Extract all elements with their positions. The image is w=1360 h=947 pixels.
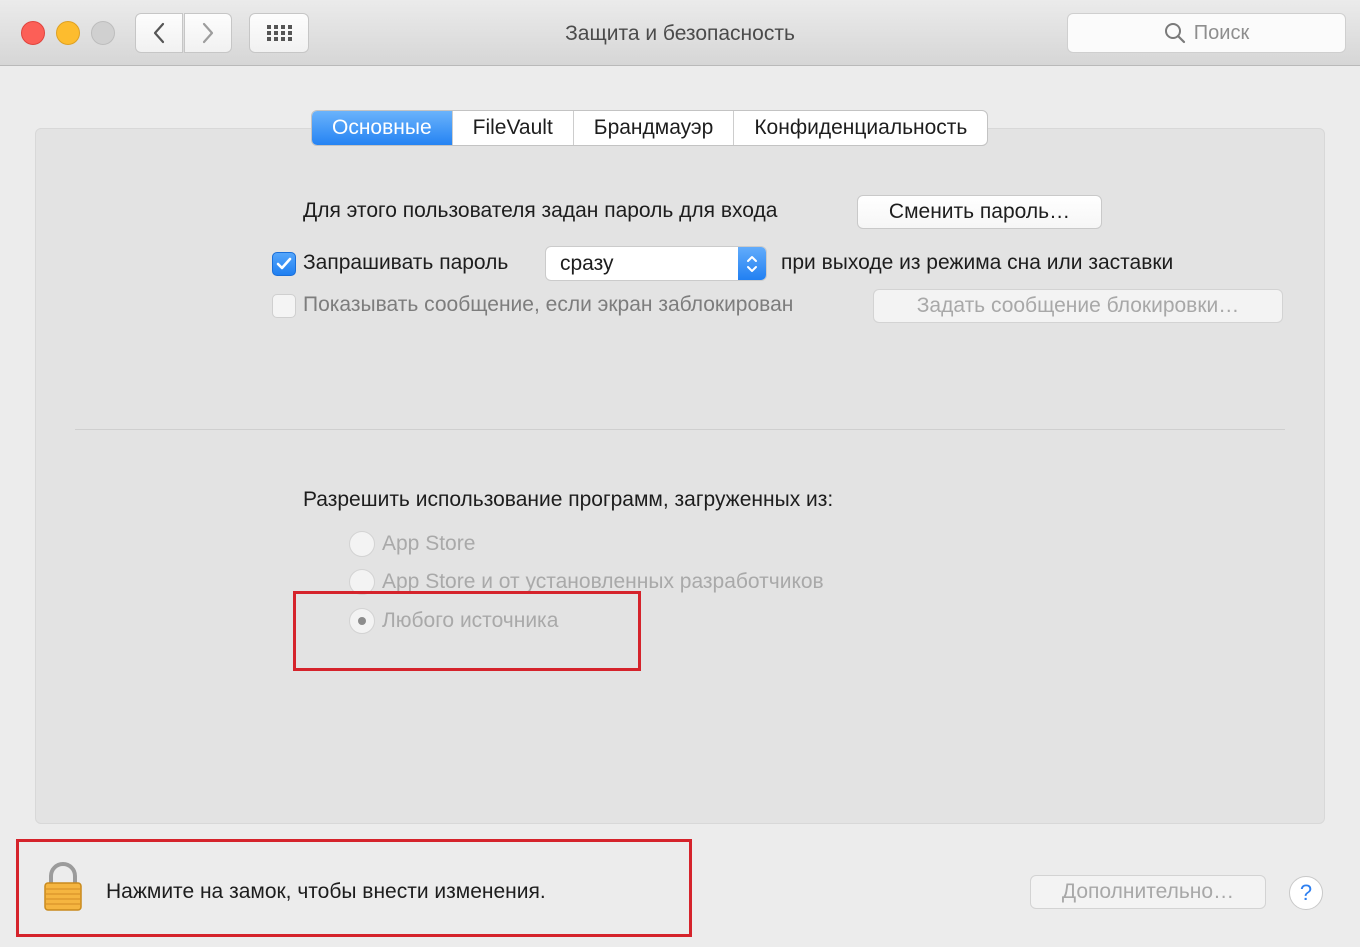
set-lock-message-button[interactable]: Задать сообщение блокировки… <box>873 289 1283 323</box>
advanced-button[interactable]: Дополнительно… <box>1030 875 1266 909</box>
change-password-button[interactable]: Сменить пароль… <box>857 195 1102 229</box>
require-password-suffix: при выходе из режима сна или заставки <box>781 251 1174 274</box>
lock-icon[interactable] <box>42 862 84 912</box>
radio-app-store-label: App Store <box>382 532 476 555</box>
require-password-checkbox[interactable] <box>272 252 296 276</box>
search-field[interactable]: Поиск <box>1067 13 1346 53</box>
section-divider <box>75 429 1285 430</box>
tab-firewall[interactable]: Брандмауэр <box>574 111 735 145</box>
require-password-label: Запрашивать пароль <box>303 251 509 274</box>
tab-bar: Основные FileVault Брандмауэр Конфиденци… <box>311 110 989 146</box>
tab-general[interactable]: Основные <box>312 111 453 145</box>
radio-app-store[interactable] <box>349 531 375 557</box>
search-placeholder: Поиск <box>1193 21 1250 44</box>
select-arrows-icon <box>738 247 766 280</box>
password-delay-select[interactable]: сразу <box>545 246 767 281</box>
settings-panel <box>35 128 1325 824</box>
highlight-box-anywhere <box>293 591 641 671</box>
tab-privacy[interactable]: Конфиденциальность <box>734 111 987 145</box>
search-icon <box>1164 23 1185 44</box>
show-message-label: Показывать сообщение, если экран заблоки… <box>303 293 794 316</box>
password-delay-value: сразу <box>560 251 614 275</box>
tab-filevault[interactable]: FileVault <box>453 111 574 145</box>
password-set-text: Для этого пользователя задан пароль для … <box>303 199 778 222</box>
help-button[interactable]: ? <box>1289 876 1323 910</box>
title-bar: Защита и безопасность Поиск <box>0 0 1360 66</box>
lock-hint-text: Нажмите на замок, чтобы внести изменения… <box>106 880 546 903</box>
checkmark-icon <box>276 257 292 270</box>
allow-apps-heading: Разрешить использование программ, загруж… <box>303 488 834 511</box>
show-message-checkbox[interactable] <box>272 294 296 318</box>
